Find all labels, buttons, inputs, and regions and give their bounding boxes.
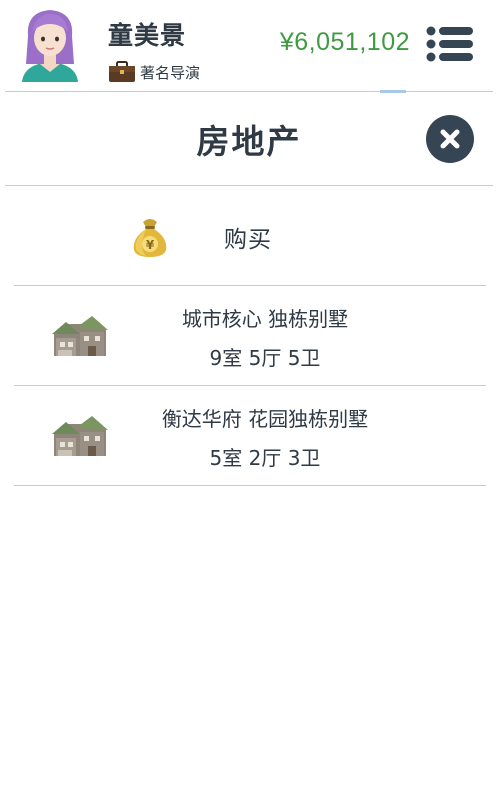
property-layout: 9室 5厅 5卫	[209, 346, 321, 370]
buy-button[interactable]: ¥ 购买	[14, 186, 486, 285]
list-item[interactable]: 城市核心 独栋别墅 9室 5厅 5卫	[14, 286, 486, 385]
list-menu-icon[interactable]	[426, 26, 474, 62]
money-balance: ¥6,051,102	[279, 28, 410, 56]
list-item[interactable]: 衡达华府 花园独栋别墅 5室 2厅 3卫	[14, 386, 486, 485]
property-name: 城市核心 独栋别墅	[181, 307, 349, 331]
header-divider	[5, 91, 493, 92]
svg-text:¥: ¥	[146, 238, 155, 252]
close-icon	[440, 129, 460, 149]
app-root: 童美景 著名导演 ¥6,051,102 房地产 ¥ 购买 城市核心 独栋别墅 9…	[0, 0, 500, 800]
buy-label: 购买	[224, 227, 272, 253]
briefcase-icon	[108, 61, 136, 83]
job-row: 著名导演	[108, 60, 200, 84]
user-name: 童美景	[108, 21, 187, 50]
close-button[interactable]	[426, 115, 474, 163]
money-bag-icon: ¥	[130, 214, 170, 258]
job-title: 著名导演	[140, 63, 201, 82]
property-layout: 5室 2厅 3卫	[209, 446, 321, 470]
avatar[interactable]	[18, 6, 82, 82]
page-title: 房地产	[196, 122, 302, 161]
row-divider	[14, 485, 486, 486]
header: 童美景 著名导演 ¥6,051,102	[0, 0, 500, 93]
property-name: 衡达华府 花园独栋别墅	[161, 407, 369, 431]
title-bar: 房地产	[5, 93, 493, 185]
